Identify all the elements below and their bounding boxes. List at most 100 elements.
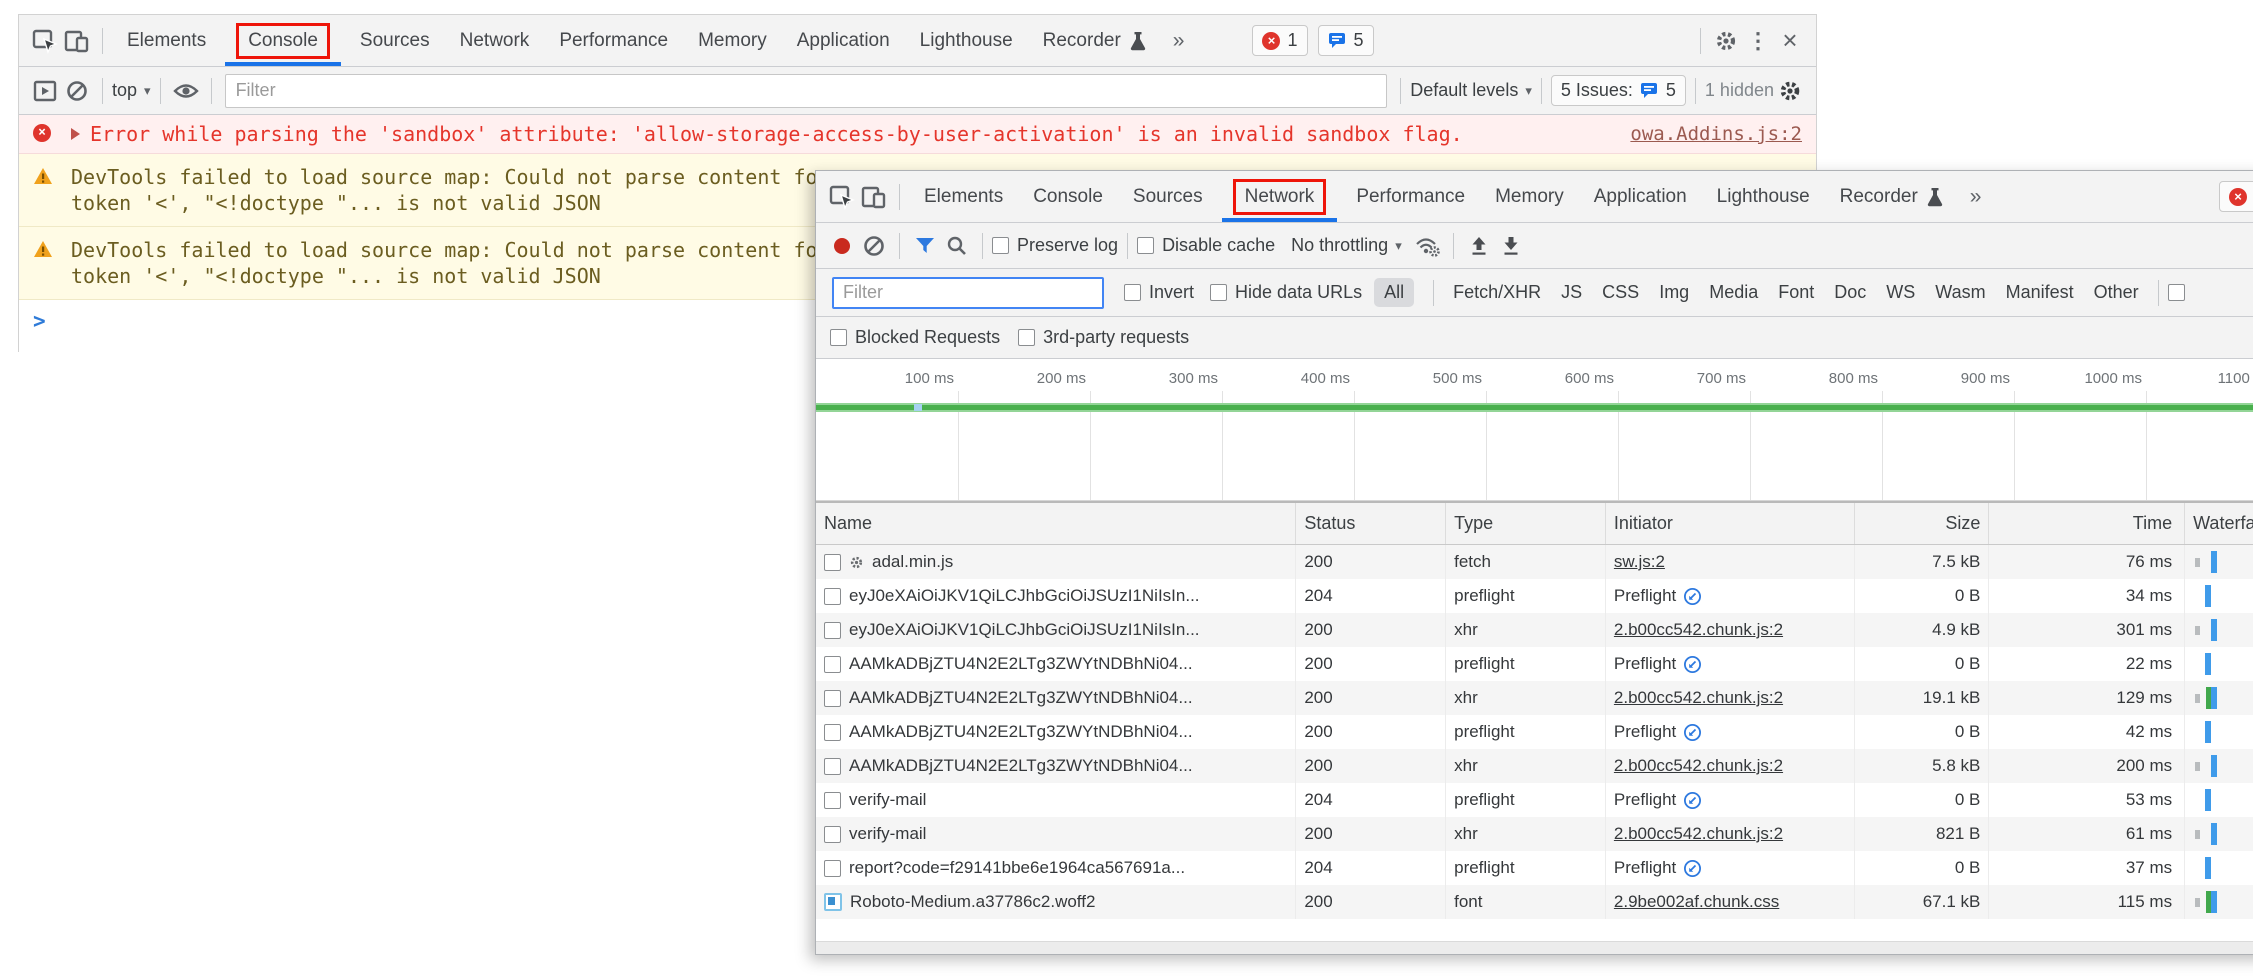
filter-type-doc[interactable]: Doc <box>1834 282 1866 303</box>
export-har-icon[interactable] <box>1495 230 1527 262</box>
preserve-log-checkbox[interactable]: Preserve log <box>992 235 1118 256</box>
network-conditions-icon[interactable] <box>1412 230 1444 262</box>
expand-triangle-icon[interactable] <box>71 128 80 140</box>
row-checkbox[interactable] <box>824 656 841 673</box>
row-checkbox[interactable] <box>824 826 841 843</box>
tab-memory[interactable]: Memory <box>683 15 782 66</box>
filter-type-ws[interactable]: WS <box>1886 282 1915 303</box>
initiator-link[interactable]: sw.js:2 <box>1614 552 1665 572</box>
filter-type-img[interactable]: Img <box>1659 282 1689 303</box>
clear-network-icon[interactable] <box>858 230 890 262</box>
row-checkbox[interactable] <box>824 758 841 775</box>
tab-application[interactable]: Application <box>782 15 905 66</box>
checkbox[interactable] <box>1210 284 1227 301</box>
tab-network[interactable]: Network <box>1218 171 1342 222</box>
checkbox[interactable] <box>1124 284 1141 301</box>
checkbox[interactable] <box>1137 237 1154 254</box>
error-source-link[interactable]: owa.Addins.js:2 <box>1630 121 1802 147</box>
header-time[interactable]: Time <box>1989 503 2185 544</box>
table-row[interactable]: AAMkADBjZTU4N2E2LTg3ZWYtNDBhNi04... 200 … <box>816 647 2253 681</box>
clear-console-icon[interactable] <box>61 75 93 107</box>
table-row[interactable]: AAMkADBjZTU4N2E2LTg3ZWYtNDBhNi04... 200 … <box>816 715 2253 749</box>
blocked-cookies-checkbox[interactable] <box>2168 284 2185 301</box>
filter-type-media[interactable]: Media <box>1709 282 1758 303</box>
table-row[interactable]: AAMkADBjZTU4N2E2LTg3ZWYtNDBhNi04... 200 … <box>816 749 2253 783</box>
tab-memory[interactable]: Memory <box>1480 171 1579 222</box>
tab-network[interactable]: Network <box>445 15 545 66</box>
preflight-icon[interactable] <box>1683 791 1702 810</box>
more-tabs-button[interactable]: » <box>1958 171 1994 222</box>
filter-type-fetch-xhr[interactable]: Fetch/XHR <box>1453 282 1541 303</box>
table-row[interactable]: eyJ0eXAiOiJKV1QiLCJhbGciOiJSUzI1NiIsIn..… <box>816 613 2253 647</box>
hide-data-urls-checkbox[interactable]: Hide data URLs <box>1210 282 1362 303</box>
table-row[interactable]: adal.min.js 200 fetch sw.js:2 7.5 kB 76 … <box>816 545 2253 579</box>
more-tabs-button[interactable]: » <box>1161 15 1197 66</box>
search-icon[interactable] <box>941 230 973 262</box>
error-count-badge[interactable]: × 1 <box>1252 25 1307 56</box>
header-status[interactable]: Status <box>1296 503 1446 544</box>
tab-lighthouse[interactable]: Lighthouse <box>1702 171 1825 222</box>
row-checkbox[interactable] <box>824 588 841 605</box>
header-waterfall[interactable]: Waterfall <box>2185 503 2253 544</box>
third-party-requests-checkbox[interactable]: 3rd-party requests <box>1018 327 1189 348</box>
table-row[interactable]: AAMkADBjZTU4N2E2LTg3ZWYtNDBhNi04... 200 … <box>816 681 2253 715</box>
log-levels-dropdown[interactable]: Default levels▾ <box>1410 80 1532 101</box>
context-selector[interactable]: top▾ <box>112 80 151 101</box>
tab-performance[interactable]: Performance <box>544 15 683 66</box>
row-checkbox[interactable] <box>824 860 841 877</box>
filter-type-wasm[interactable]: Wasm <box>1935 282 1985 303</box>
filter-type-all[interactable]: All <box>1374 278 1414 307</box>
eye-icon[interactable] <box>170 75 202 107</box>
device-toolbar-icon[interactable] <box>858 181 890 213</box>
initiator-link[interactable]: 2.b00cc542.chunk.js:2 <box>1614 620 1783 640</box>
table-row[interactable]: report?code=f29141bbe6e1964ca567691a... … <box>816 851 2253 885</box>
filter-type-font[interactable]: Font <box>1778 282 1814 303</box>
console-sidebar-icon[interactable] <box>29 75 61 107</box>
checkbox[interactable] <box>830 329 847 346</box>
settings-gear-icon[interactable] <box>1710 25 1742 57</box>
disable-cache-checkbox[interactable]: Disable cache <box>1137 235 1275 256</box>
row-checkbox[interactable] <box>824 690 841 707</box>
tab-elements[interactable]: Elements <box>909 171 1018 222</box>
row-checkbox[interactable] <box>824 792 841 809</box>
tab-elements[interactable]: Elements <box>112 15 221 66</box>
issues-count-badge[interactable]: 5 <box>1318 25 1374 56</box>
issues-counter[interactable]: 5 Issues: 5 <box>1551 75 1686 106</box>
preflight-icon[interactable] <box>1683 655 1702 674</box>
console-filter-input[interactable] <box>225 74 1388 108</box>
tab-console[interactable]: Console <box>1018 171 1118 222</box>
filter-type-manifest[interactable]: Manifest <box>2006 282 2074 303</box>
table-row[interactable]: verify-mail 200 xhr 2.b00cc542.chunk.js:… <box>816 817 2253 851</box>
network-overview-timeline[interactable]: 100 ms 200 ms 300 ms 400 ms 500 ms 600 m… <box>816 359 2253 501</box>
inspect-icon[interactable] <box>826 181 858 213</box>
tab-recorder[interactable]: Recorder <box>1825 171 1958 222</box>
checkbox[interactable] <box>1018 329 1035 346</box>
tab-application[interactable]: Application <box>1579 171 1702 222</box>
blocked-requests-checkbox[interactable]: Blocked Requests <box>830 327 1000 348</box>
initiator-link[interactable]: 2.b00cc542.chunk.js:2 <box>1614 756 1783 776</box>
tab-sources[interactable]: Sources <box>345 15 445 66</box>
network-filter-input[interactable] <box>832 277 1104 309</box>
initiator-link[interactable]: 2.9be002af.chunk.css <box>1614 892 1779 912</box>
checkbox[interactable] <box>992 237 1009 254</box>
filter-type-css[interactable]: CSS <box>1602 282 1639 303</box>
tab-sources[interactable]: Sources <box>1118 171 1218 222</box>
initiator-link[interactable]: 2.b00cc542.chunk.js:2 <box>1614 824 1783 844</box>
initiator-link[interactable]: 2.b00cc542.chunk.js:2 <box>1614 688 1783 708</box>
header-size[interactable]: Size <box>1855 503 1990 544</box>
console-settings-gear-icon[interactable] <box>1774 75 1806 107</box>
tab-console[interactable]: Console <box>221 15 345 66</box>
kebab-menu-icon[interactable]: ⋮ <box>1742 25 1774 57</box>
table-row[interactable]: eyJ0eXAiOiJKV1QiLCJhbGciOiJSUzI1NiIsIn..… <box>816 579 2253 613</box>
table-row[interactable]: verify-mail 204 preflight Preflight 0 B … <box>816 783 2253 817</box>
header-initiator[interactable]: Initiator <box>1606 503 1855 544</box>
device-toolbar-icon[interactable] <box>61 25 93 57</box>
import-har-icon[interactable] <box>1463 230 1495 262</box>
invert-checkbox[interactable]: Invert <box>1124 282 1194 303</box>
horizontal-scrollbar[interactable] <box>816 941 2253 954</box>
throttling-dropdown[interactable]: No throttling▾ <box>1291 235 1402 256</box>
filter-type-other[interactable]: Other <box>2094 282 2139 303</box>
tab-lighthouse[interactable]: Lighthouse <box>905 15 1028 66</box>
inspect-icon[interactable] <box>29 25 61 57</box>
tab-performance[interactable]: Performance <box>1341 171 1480 222</box>
